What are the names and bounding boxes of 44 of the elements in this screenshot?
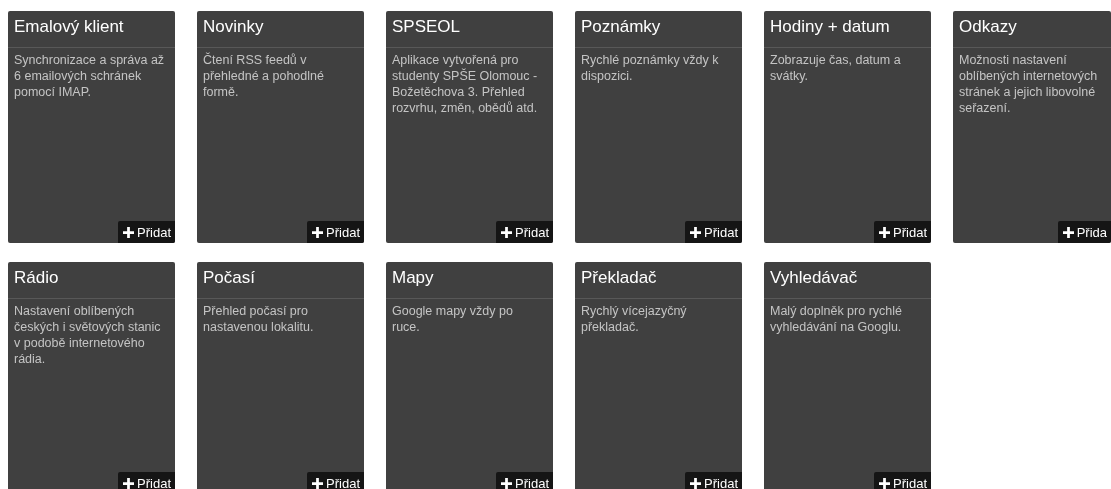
plus-icon <box>690 226 702 238</box>
add-button[interactable]: Přidat <box>118 221 175 243</box>
add-button[interactable]: Přidat <box>307 472 364 489</box>
plus-icon <box>501 226 513 238</box>
widget-title: Vyhledávač <box>770 268 858 287</box>
widget-description: Google mapy vždy po ruce. <box>391 303 514 335</box>
widget-title: Poznámky <box>581 17 661 36</box>
widget-description: Čtení RSS feedů v přehledné a pohodlné formě. <box>202 51 325 100</box>
add-button[interactable]: Přida <box>1057 221 1111 243</box>
widget-description: Rychlé poznámky vždy k dispozici. <box>580 52 720 84</box>
widget-description: Synchronizace a správa až 6 emailových schránek pomocí IMAP. <box>13 52 166 100</box>
widget-description: Zobrazuje čas, datum a svátky. <box>769 52 902 84</box>
add-button[interactable]: Přidat <box>874 221 931 243</box>
add-button[interactable]: Přidat <box>496 472 553 489</box>
widget-title: Překladač <box>581 268 657 287</box>
plus-icon <box>123 477 135 489</box>
plus-icon <box>879 477 891 489</box>
plus-icon <box>312 226 324 238</box>
plus-icon <box>1062 226 1074 238</box>
widget-title: Hodiny + datum <box>770 17 890 36</box>
plus-icon <box>312 477 324 489</box>
plus-icon <box>501 477 513 489</box>
plus-icon <box>879 226 891 238</box>
plus-icon <box>690 477 702 489</box>
widget-description: Malý doplněk pro rychlé vyhledávání na Googlu. <box>769 303 903 335</box>
widget-description: Nastavení oblíbených českých i světových stanic v podobě internetového rádia. <box>13 303 162 367</box>
widget-title: Odkazy <box>959 17 1017 36</box>
widget-title: Počasí <box>203 268 255 287</box>
widget-title: SPSEOL <box>392 17 461 36</box>
widget-description: Rychlý vícejazyčný překladač. <box>580 303 688 335</box>
widget-title: Mapy <box>392 268 434 287</box>
widget-description: Přehled počasí pro nastavenou lokalitu. <box>202 303 315 335</box>
add-button[interactable]: Přidat <box>685 221 742 243</box>
add-button[interactable]: Přidat <box>307 221 364 243</box>
add-button[interactable]: Přidat <box>118 472 175 489</box>
widget-title: Emalový klient <box>14 17 124 36</box>
widget-title: Rádio <box>14 268 59 287</box>
plus-icon <box>123 226 135 238</box>
add-button[interactable]: Přidat <box>685 472 742 489</box>
widget-description: Možnosti nastavení oblíbených internetových stránek a jejich libovolné seřazení. <box>958 52 1099 116</box>
widget-description: Aplikace vytvořená pro studenty SPŠE Olomouc - Božetěchova 3. Přehled rozvrhu, změn, obědů atd. <box>391 52 539 116</box>
widget-title: Novinky <box>203 17 264 36</box>
add-button[interactable]: Přidat <box>874 472 931 489</box>
add-button[interactable]: Přidat <box>496 221 553 243</box>
